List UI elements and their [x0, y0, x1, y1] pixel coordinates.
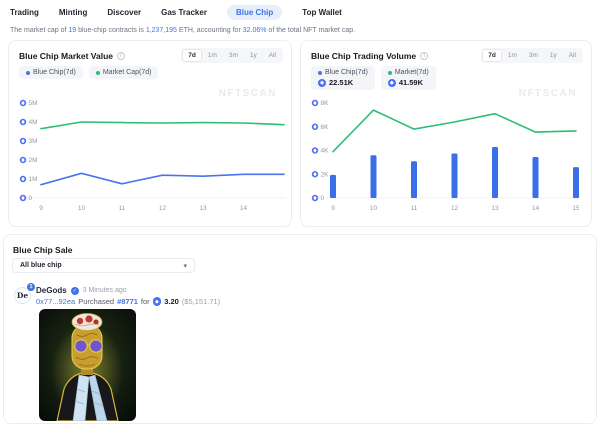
collection-name[interactable]: DeGods [36, 286, 67, 295]
range-option-1y[interactable]: 1y [244, 49, 263, 62]
svg-text:15: 15 [572, 205, 579, 212]
preposition-text: for [140, 297, 150, 306]
trading-volume-panel: Blue Chip Trading Volume i 7d 1m 3m 1y A… [300, 40, 592, 227]
range-option-all[interactable]: All [263, 49, 282, 62]
svg-text:2K: 2K [321, 171, 330, 178]
legend-value: 41.59K [398, 78, 423, 87]
nav-item-discover[interactable]: Discover [107, 8, 141, 17]
svg-text:11: 11 [119, 205, 126, 212]
legend-market[interactable]: Market(7d) ◆ 41.59K [380, 66, 436, 90]
svg-text:2M: 2M [29, 157, 38, 164]
eth-icon: ◆ [387, 78, 396, 87]
nft-artwork [39, 309, 136, 421]
range-option-7d[interactable]: 7d [482, 49, 502, 62]
market-value-chart[interactable]: 0 1M 2M 3M 4M 5M 9 10 11 12 13 14 [15, 95, 287, 225]
info-icon[interactable]: i [117, 52, 125, 60]
svg-text:13: 13 [491, 205, 499, 212]
summary-text: blue-chip contracts is [76, 27, 146, 34]
eth-amount: 1,237,195 [145, 27, 177, 34]
svg-text:14: 14 [240, 205, 248, 212]
range-option-1y[interactable]: 1y [544, 49, 563, 62]
market-value-panel: Blue Chip Market Value i 7d 1m 3m 1y All… [8, 40, 292, 227]
panel-title-text: Blue Chip Trading Volume [311, 51, 417, 61]
svg-text:9: 9 [331, 205, 335, 212]
sale-item-header: DeGods ✓ 3 Minutes ago [36, 286, 127, 295]
blue-chip-sale-panel: Blue Chip Sale All blue chip ▾ De $ DeGo… [3, 234, 597, 424]
legend-blue-chip[interactable]: Blue Chip(7d) [19, 66, 83, 79]
legend-label: Blue Chip(7d) [325, 69, 368, 76]
nav-item-blue-chip[interactable]: Blue Chip [226, 4, 283, 20]
summary-text: of the total NFT market cap. [266, 27, 356, 34]
svg-text:0: 0 [29, 195, 33, 202]
legend-label: Market Cap(7d) [102, 69, 152, 76]
svg-text:6K: 6K [321, 124, 330, 131]
contract-count: 19 [68, 27, 77, 34]
svg-text:3M: 3M [29, 138, 38, 145]
legend-blue-chip[interactable]: Blue Chip(7d) ◆ 22.51K [311, 66, 375, 90]
legend-value: 22.51K [329, 78, 354, 87]
svg-text:12: 12 [159, 205, 167, 212]
eth-icon: ◆ [318, 78, 326, 87]
eth-icon: ◆ [152, 297, 162, 306]
market-cap-summary: The market cap of 19 blue-chip contracts… [10, 27, 355, 34]
svg-text:8K: 8K [321, 100, 330, 107]
range-option-3m[interactable]: 3m [223, 49, 244, 62]
usd-price: ($5,151.71) [181, 297, 221, 306]
trading-volume-chart[interactable]: 0 2K 4K 6K 8K 9 10 11 12 13 14 15 [307, 95, 579, 225]
svg-text:13: 13 [199, 205, 207, 212]
svg-text:4M: 4M [29, 119, 38, 126]
svg-text:10: 10 [370, 205, 378, 212]
green-series-dot-icon [387, 70, 392, 75]
nav-item-top-wallet[interactable]: Top Wallet [302, 8, 342, 17]
info-icon[interactable]: i [420, 52, 429, 60]
svg-text:5M: 5M [29, 100, 38, 107]
range-option-1m[interactable]: 1m [202, 49, 223, 62]
avatar-dollar-badge-icon: $ [27, 283, 35, 291]
green-series-dot-icon [95, 70, 100, 75]
time-range-group: 7d 1m 3m 1y All [481, 48, 583, 63]
sale-action-text: Purchased [78, 297, 115, 306]
panel-title-text: Blue Chip Market Value [19, 51, 113, 61]
sale-timestamp: 3 Minutes ago [82, 287, 127, 294]
nav-item-gas-tracker[interactable]: Gas Tracker [161, 8, 207, 17]
svg-text:14: 14 [532, 205, 540, 212]
svg-text:0: 0 [321, 195, 325, 202]
nft-image[interactable] [39, 309, 136, 421]
sale-item-detail: 0x77...92ea Purchased #8771 for ◆ 3.20 (… [36, 297, 220, 306]
range-option-3m[interactable]: 3m [523, 49, 544, 62]
svg-text:12: 12 [451, 205, 459, 212]
eth-price: 3.20 [164, 297, 179, 306]
collection-filter-dropdown[interactable]: All blue chip ▾ [12, 258, 195, 273]
legend-market-cap[interactable]: Market Cap(7d) [88, 66, 159, 79]
panel-title: Blue Chip Trading Volume i [311, 51, 429, 61]
blue-series-dot-icon [26, 70, 30, 75]
range-option-all[interactable]: All [563, 49, 582, 62]
range-option-1m[interactable]: 1m [502, 49, 523, 62]
panel-title: Blue Chip Market Value i [19, 51, 125, 61]
summary-text: The market cap of [10, 27, 69, 34]
summary-text: ETH, accounting for [176, 27, 243, 34]
svg-text:1M: 1M [29, 176, 38, 183]
buyer-address[interactable]: 0x77...92ea [36, 297, 75, 306]
token-id[interactable]: #8771 [117, 297, 138, 306]
svg-text:11: 11 [411, 205, 418, 212]
nav-item-trading[interactable]: Trading [10, 8, 39, 17]
top-nav: Trading Minting Discover Gas Tracker Blu… [0, 0, 600, 24]
blue-series-dot-icon [318, 70, 322, 75]
legend-label: Blue Chip(7d) [33, 69, 76, 76]
time-range-group: 7d 1m 3m 1y All [181, 48, 283, 63]
svg-text:9: 9 [39, 205, 43, 212]
nav-item-minting[interactable]: Minting [59, 8, 87, 17]
chevron-down-icon: ▾ [183, 262, 187, 270]
chart-legend: Blue Chip(7d) ◆ 22.51K Market(7d) ◆ 41.5… [311, 66, 436, 90]
range-option-7d[interactable]: 7d [182, 49, 202, 62]
svg-text:10: 10 [78, 205, 86, 212]
market-percent: 32.06% [242, 27, 267, 34]
chart-legend: Blue Chip(7d) Market Cap(7d) [19, 66, 159, 79]
sale-panel-title: Blue Chip Sale [13, 245, 73, 255]
svg-text:4K: 4K [321, 148, 330, 155]
legend-label: Market(7d) [394, 69, 429, 76]
verified-icon: ✓ [70, 286, 79, 295]
filter-selected-value: All blue chip [20, 262, 62, 269]
